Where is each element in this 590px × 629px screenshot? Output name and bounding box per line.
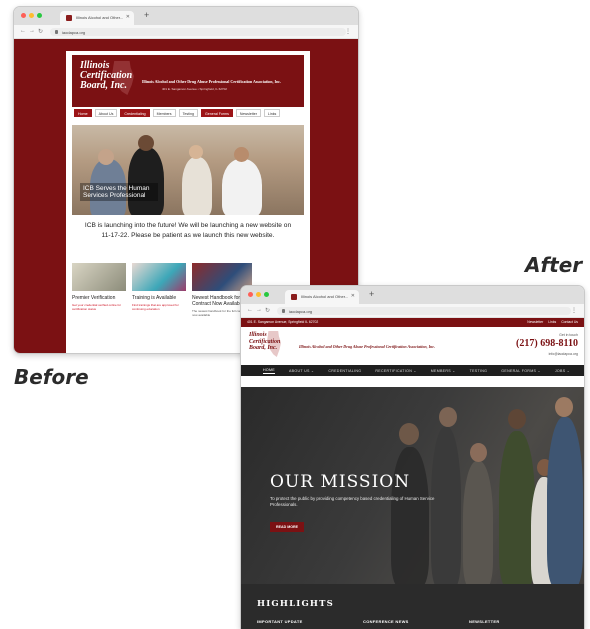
mission-hero: OUR MISSION To protect the public by pro… — [241, 387, 584, 584]
close-tab-icon[interactable]: ✕ — [351, 293, 355, 299]
highlight-newsletter[interactable]: NEWSLETTER — [469, 619, 500, 624]
old-site-header: Illinois Certification Board, Inc. Illin… — [72, 55, 304, 107]
old-nav-forms[interactable]: General Forms — [200, 109, 233, 117]
highlight-conference-news[interactable]: CONFERENCE NEWS — [363, 619, 409, 624]
read-more-button[interactable]: READ MORE — [270, 522, 304, 532]
new-nav-bar: HOME ABOUT US ⌄ CREDENTIALING RECERTIFIC… — [241, 365, 584, 376]
nav-jobs[interactable]: JOBS ⌄ — [555, 369, 570, 373]
training-image — [132, 263, 186, 291]
old-nav-bar: Home About Us Credentialing Members Test… — [72, 109, 304, 121]
old-hero-caption: ICB Serves the Human Services Profession… — [80, 183, 158, 201]
nav-credentialing[interactable]: CREDENTIALING — [328, 369, 361, 373]
contact-label: Get in touch — [559, 333, 578, 337]
old-nav-about[interactable]: About Us — [94, 109, 118, 117]
browser-tab[interactable]: Illinois Alcohol and Other... ✕ — [60, 11, 134, 25]
nav-about[interactable]: ABOUT US ⌄ — [289, 369, 314, 373]
new-site-header: Illinois Certification Board, Inc. Illin… — [241, 327, 584, 365]
back-icon[interactable]: ← — [20, 28, 26, 34]
mission-title: OUR MISSION — [270, 472, 411, 492]
contact-email[interactable]: info@iaodapca.org — [549, 352, 578, 356]
close-window-icon[interactable] — [248, 292, 253, 297]
new-tab-icon[interactable]: + — [144, 10, 149, 20]
site-favicon-icon — [291, 294, 297, 300]
nav-home[interactable]: HOME — [263, 368, 275, 374]
old-nav-testing[interactable]: Testing — [178, 109, 198, 117]
maximize-window-icon[interactable] — [264, 292, 269, 297]
top-link-links[interactable]: Links — [548, 320, 556, 324]
launch-message: ICB is launching into the future! We wil… — [84, 222, 292, 239]
after-browser-window: Illinois Alcohol and Other... ✕ + ← → ↻ … — [240, 285, 585, 629]
url-field[interactable]: iaodapca.org — [277, 307, 571, 315]
nav-members[interactable]: MEMBERS ⌄ — [431, 369, 456, 373]
forward-icon[interactable]: → — [256, 307, 262, 313]
browser-menu-icon[interactable]: ⋮ — [571, 307, 577, 314]
tab-title: Illinois Alcohol and Other... — [301, 294, 349, 299]
close-window-icon[interactable] — [21, 13, 26, 18]
back-icon[interactable]: ← — [247, 307, 253, 313]
new-org-name: Illinois Alcohol and Other Drug Abuse Pr… — [299, 344, 436, 349]
old-org-name: Illinois Alcohol and Other Drug Abuse Pr… — [142, 79, 282, 84]
tab-strip: Illinois Alcohol and Other... ✕ + — [14, 7, 358, 25]
old-hero-image: ICB Serves the Human Services Profession… — [72, 125, 304, 215]
old-org-address: 401 E. Sangamon Avenue • Springfield, IL… — [162, 87, 227, 91]
phone-number[interactable]: (217) 698-8110 — [516, 338, 578, 349]
top-bar-address: 401 E. Sangamon Avenue, Springfield IL 6… — [247, 320, 319, 324]
url-text: iaodapca.org — [289, 309, 313, 314]
top-link-newsletter[interactable]: Newsletter — [527, 320, 543, 324]
before-label: Before — [14, 365, 89, 389]
old-nav-home[interactable]: Home — [74, 109, 92, 117]
forward-icon[interactable]: → — [29, 28, 35, 34]
url-text: iaodapca.org — [62, 30, 86, 35]
browser-tab[interactable]: Illinois Alcohol and Other... ✕ — [285, 290, 359, 304]
highlights-title: HIGHLIGHTS — [257, 599, 335, 609]
site-favicon-icon — [66, 15, 72, 21]
mission-description: To protect the public by providing compe… — [270, 496, 435, 507]
minimize-window-icon[interactable] — [29, 13, 34, 18]
new-site-logo[interactable]: Illinois Certification Board, Inc. — [249, 332, 280, 352]
tab-title: Illinois Alcohol and Other... — [76, 15, 124, 20]
nav-testing[interactable]: TESTING — [470, 369, 488, 373]
minimize-window-icon[interactable] — [256, 292, 261, 297]
maximize-window-icon[interactable] — [37, 13, 42, 18]
highlight-important-update[interactable]: IMPORTANT UPDATE — [257, 619, 303, 624]
browser-menu-icon[interactable]: ⋮ — [345, 28, 351, 35]
old-nav-newsletter[interactable]: Newsletter — [235, 109, 261, 117]
nav-general-forms[interactable]: GENERAL FORMS ⌄ — [501, 369, 541, 373]
address-bar-row: ← → ↻ iaodapca.org ⋮ — [241, 304, 584, 318]
highlights-section: HIGHLIGHTS IMPORTANT UPDATE CONFERENCE N… — [241, 584, 584, 629]
top-link-contact[interactable]: Contact Us — [561, 320, 578, 324]
reload-icon[interactable]: ↻ — [38, 28, 43, 35]
tab-strip: Illinois Alcohol and Other... ✕ + — [241, 286, 584, 304]
address-bar-row: ← → ↻ iaodapca.org ⋮ — [14, 25, 358, 39]
reload-icon[interactable]: ↻ — [265, 307, 270, 314]
new-tab-icon[interactable]: + — [369, 289, 374, 299]
old-nav-links[interactable]: Links — [263, 109, 281, 117]
lock-icon — [55, 30, 58, 34]
old-nav-credentialing[interactable]: Credentialing — [120, 109, 150, 117]
old-site-logo[interactable]: Illinois Certification Board, Inc. — [80, 61, 132, 91]
new-top-bar: 401 E. Sangamon Avenue, Springfield IL 6… — [241, 318, 584, 327]
lock-icon — [282, 309, 285, 313]
nav-recertification[interactable]: RECERTIFICATION ⌄ — [375, 369, 416, 373]
after-label: After — [525, 253, 583, 277]
url-field[interactable]: iaodapca.org — [50, 28, 346, 36]
close-tab-icon[interactable]: ✕ — [126, 14, 130, 20]
card-verification[interactable]: Premier Verification Get your credential… — [72, 263, 126, 317]
verification-image — [72, 263, 126, 291]
old-nav-members[interactable]: Members — [152, 109, 176, 117]
card-training[interactable]: Training is Available Find trainings tha… — [132, 263, 186, 317]
